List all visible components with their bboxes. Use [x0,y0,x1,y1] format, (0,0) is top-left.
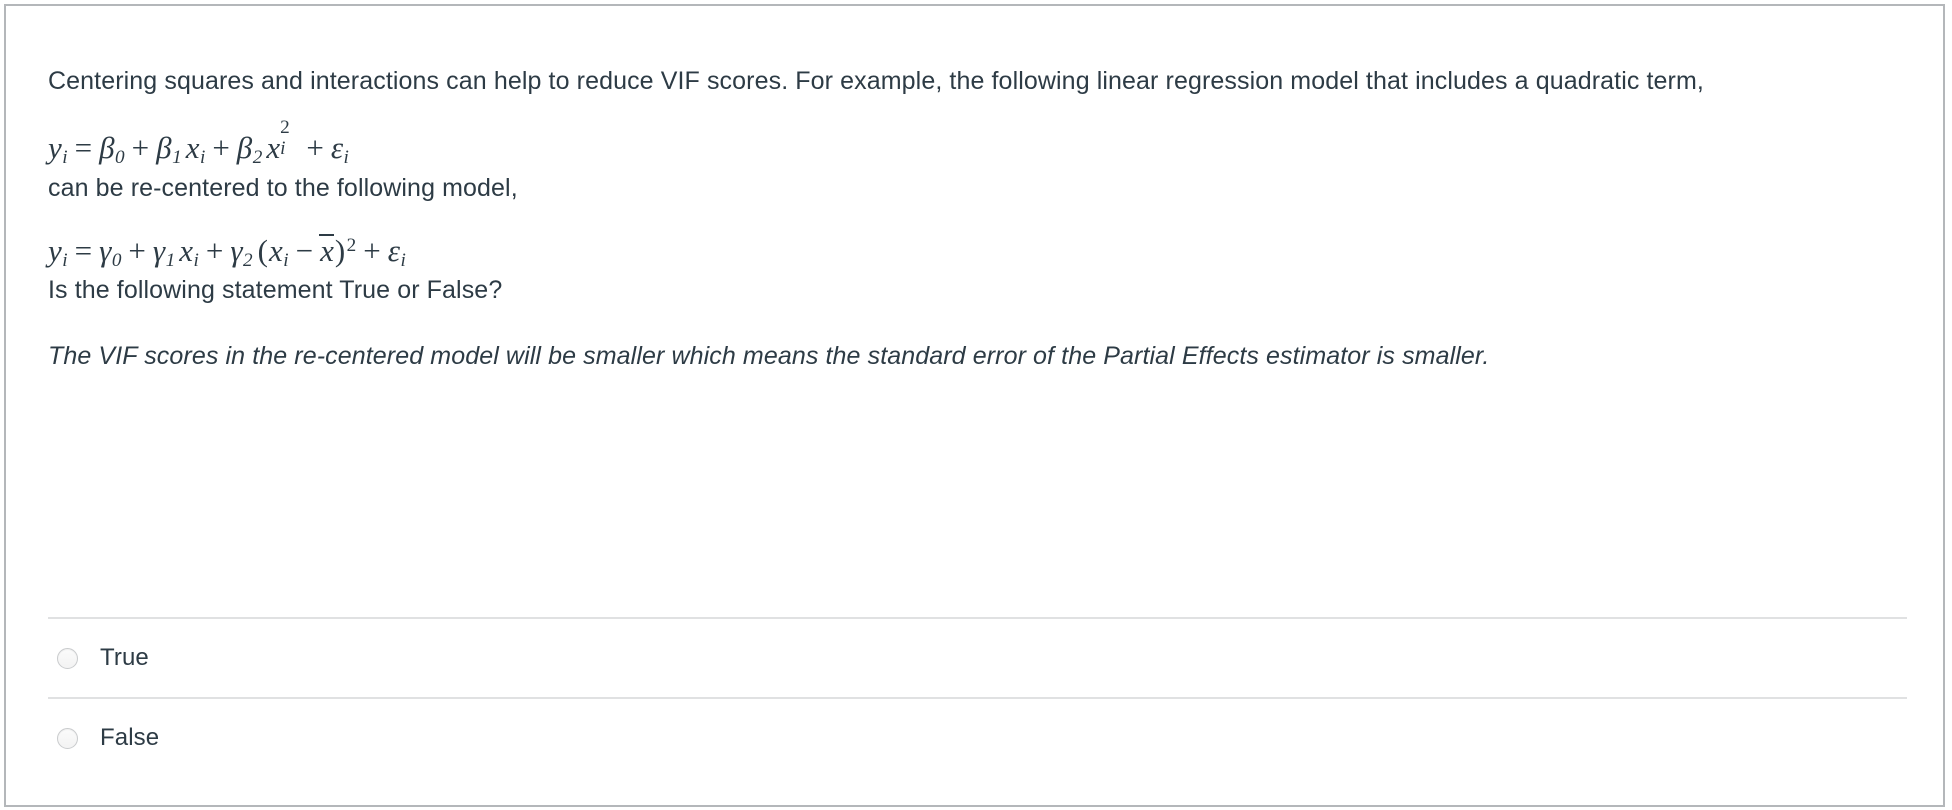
eq2-paren-sup: 2 [346,234,357,256]
eq1-epsilon: ε [330,130,344,165]
answer-label-false: False [100,724,160,751]
eq2-x-bar: x [319,232,334,268]
prompt-paragraph: Is the following statement True or False… [48,276,503,305]
eq1-beta1: β [156,130,172,165]
answer-label-true: True [100,644,149,671]
eq2-open-paren: ( [257,232,268,268]
answer-option-false[interactable]: False [48,697,1907,777]
question-card: Centering squares and interactions can h… [4,4,1945,807]
transition-paragraph: can be re-centered to the following mode… [48,173,518,202]
answer-option-true[interactable]: True [48,617,1907,697]
quiz-question-screen: Centering squares and interactions can h… [0,0,1952,810]
eq2-close-paren: ) [334,232,346,268]
eq2-plus-1: + [128,232,146,268]
eq2-plus-2: + [205,232,224,268]
eq1-x-2-sub: i [280,138,286,160]
eq1-beta1-sub: 1 [172,147,182,169]
radio-button-icon-true[interactable] [57,647,78,669]
equation-1: yi = β0 + β1 xi + β2 x 2 i + εi [48,117,1899,169]
eq1-lhs-sub: i [62,147,68,169]
true-false-statement: The VIF scores in the re-centered model … [48,342,1490,371]
radio-button-icon-false[interactable] [57,727,78,749]
eq2-equals: = [74,232,93,268]
eq1-lhs: y [48,130,62,165]
eq2-inner-x-sub: i [283,249,289,271]
eq1-x-1: x [185,130,200,165]
eq2-gamma0: γ [99,232,112,268]
eq1-x-2-sup: 2 [280,117,290,139]
intro-paragraph: Centering squares and interactions can h… [48,67,1704,95]
eq2-inner-x: x [268,232,283,268]
eq1-x-2-subsup: 2i [280,117,299,160]
answer-options: True False [48,617,1907,777]
eq1-equals: = [74,130,93,165]
eq2-gamma0-sub: 0 [111,249,122,271]
question-body: Centering squares and interactions can h… [6,6,1943,376]
eq1-plus-1: + [131,130,150,165]
eq2-gamma2: γ [230,232,243,268]
eq2-x-1: x [179,232,193,268]
eq2-epsilon-sub: i [400,249,406,271]
eq2-lhs: y [48,232,62,268]
eq1-plus-2: + [212,130,230,165]
eq2-epsilon: ε [387,232,400,268]
eq1-plus-3: + [306,130,324,165]
eq2-minus: − [295,232,314,268]
eq2-lhs-sub: i [62,249,68,271]
eq1-beta0-sub: 0 [115,147,125,169]
eq1-epsilon-sub: i [343,147,349,169]
equation-2: yi = γ0 + γ1 xi + γ2 (xi − x)2 + εi [48,232,1899,272]
eq1-beta2-sub: 2 [252,147,263,169]
eq2-gamma1-sub: 1 [165,249,176,271]
eq1-x-2: x [266,130,281,165]
eq2-gamma2-sub: 2 [243,249,253,271]
eq1-beta2: β [236,130,253,165]
eq2-plus-3: + [363,232,381,268]
eq2-gamma1: γ [152,232,166,268]
eq1-beta0: β [99,130,115,165]
